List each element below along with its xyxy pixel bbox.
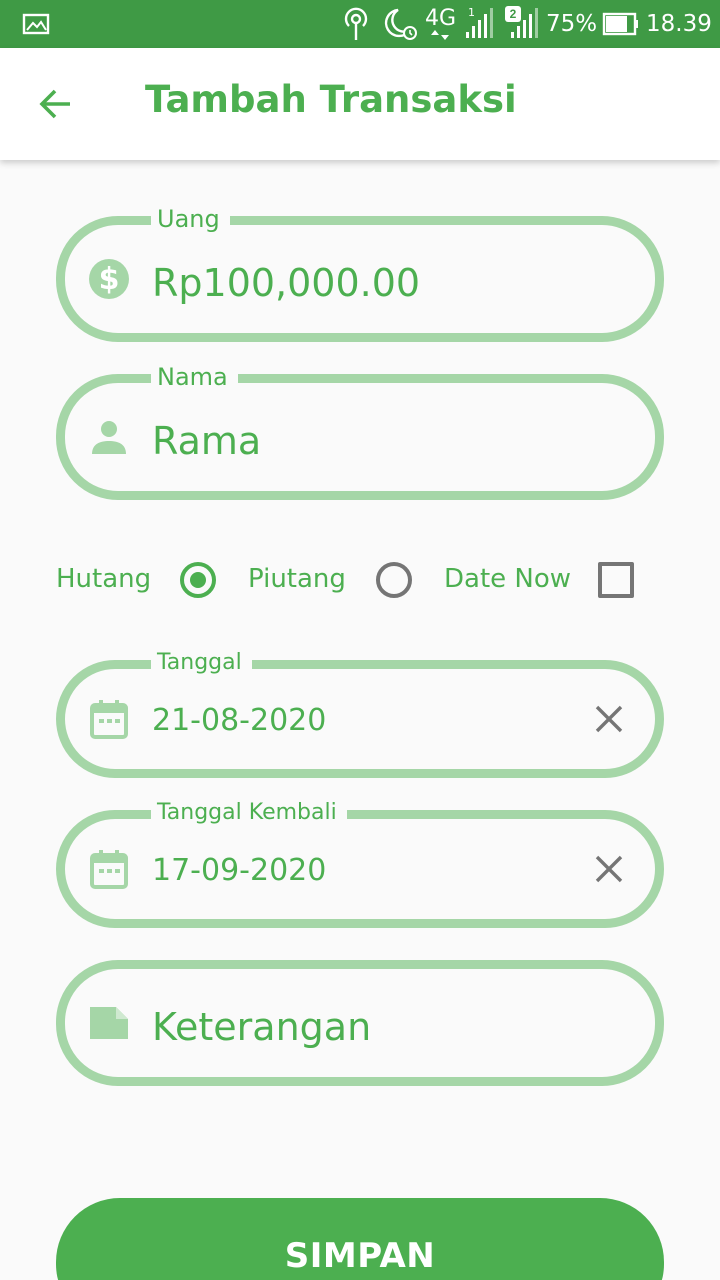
signal-icon: 1 [464,0,494,48]
date-input[interactable]: 21-08-2020 [152,703,326,738]
status-bar: 4G 1 2 75% 18.39 [0,0,720,48]
date-now-label: Date Now [444,564,572,594]
note-icon [85,999,133,1047]
hutang-radio[interactable] [180,562,216,598]
name-input[interactable]: Rama [152,419,261,463]
return-date-field[interactable]: Tanggal Kembali 17-09-2020 [56,798,664,928]
date-field[interactable]: Tanggal 21-08-2020 [56,648,664,778]
image-icon [22,0,50,48]
battery-icon [602,0,640,48]
network-label: 4G [425,6,457,31]
close-icon [595,705,623,733]
description-field[interactable]: Keterangan [56,960,664,1086]
dollar-icon: $ [85,255,133,303]
clear-date-button[interactable] [589,699,629,739]
piutang-radio[interactable] [376,562,412,598]
calendar-icon [85,695,133,743]
time-label: 18.39 [646,11,712,37]
close-icon [595,855,623,883]
back-button[interactable] [28,76,84,132]
name-field[interactable]: Nama Rama [56,362,664,500]
transaction-type-group: Hutang Piutang Date Now [0,550,720,610]
return-date-input[interactable]: 17-09-2020 [152,853,326,888]
sim1-label: 1 [468,6,475,19]
moon-alarm-icon [382,0,420,48]
hotspot-icon [340,0,372,48]
return-date-label: Tanggal Kembali [151,798,347,828]
save-button[interactable]: SIMPAN [56,1198,664,1280]
svg-text:$: $ [99,262,120,297]
battery-percent: 75% [546,0,597,48]
app-bar: Tambah Transaksi [0,48,720,160]
description-input[interactable]: Keterangan [152,1005,371,1049]
piutang-label: Piutang [248,564,346,594]
date-label: Tanggal [151,648,252,678]
page-title: Tambah Transaksi [145,78,517,121]
hutang-label: Hutang [56,564,152,594]
battery-label: 75% [546,11,598,37]
amount-field[interactable]: Uang $ Rp100,000.00 [56,204,664,342]
sim2-badge: 2 [505,6,521,22]
date-now-checkbox[interactable] [598,562,634,598]
name-label: Nama [151,362,238,392]
signal-icon: 2 [505,0,539,48]
save-button-label: SIMPAN [284,1236,436,1276]
amount-label: Uang [151,204,230,234]
calendar-icon [85,845,133,893]
clear-return-date-button[interactable] [589,849,629,889]
arrow-left-icon [39,89,70,119]
network-type: 4G [425,0,456,48]
amount-input[interactable]: Rp100,000.00 [152,261,420,305]
clock: 18.39 [646,0,712,48]
person-icon [85,413,133,461]
